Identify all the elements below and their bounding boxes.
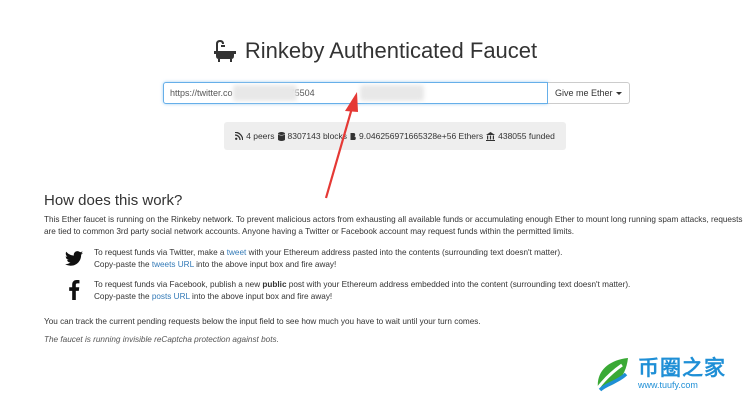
tweets-url-link[interactable]: tweets URL: [152, 260, 194, 269]
caret-down-icon: [615, 91, 622, 95]
watermark-title: 币圈之家: [638, 357, 726, 380]
funded-count: 438055 funded: [498, 131, 555, 141]
recaptcha-note: The faucet is running invisible reCaptch…: [44, 335, 279, 344]
page-header: Rinkeby Authenticated Faucet: [0, 38, 750, 64]
posts-url-link[interactable]: posts URL: [152, 292, 190, 301]
redaction-blur: [360, 85, 424, 101]
facebook-line-2: Copy-paste the posts URL into the above …: [94, 292, 333, 301]
network-stats: 4 peers 8307143 blocks 9.046256971665328…: [224, 122, 566, 150]
facebook-line-1: To request funds via Facebook, publish a…: [94, 280, 631, 289]
bank-icon: [486, 131, 496, 141]
facebook-instructions: To request funds via Facebook, publish a…: [64, 279, 630, 303]
url-input[interactable]: [163, 82, 548, 104]
database-icon: [277, 131, 285, 141]
ether-balance: 9.046256971665328e+56 Ethers: [359, 131, 484, 141]
give-me-ether-label: Give me Ether: [555, 88, 613, 98]
twitter-line-1: To request funds via Twitter, make a twe…: [94, 248, 563, 257]
facebook-icon: [64, 279, 84, 301]
blocks-count: 8307143 blocks: [287, 131, 348, 141]
leaf-logo-icon: [596, 358, 628, 392]
pending-requests-note: You can track the current pending reques…: [44, 317, 481, 326]
rss-icon: [235, 132, 244, 140]
page-title: Rinkeby Authenticated Faucet: [244, 38, 538, 63]
tweet-link[interactable]: tweet: [227, 248, 247, 257]
peers-count: 4 peers: [246, 131, 275, 141]
twitter-instructions: To request funds via Twitter, make a twe…: [64, 247, 562, 271]
how-it-works-heading: How does this work?: [44, 192, 183, 209]
bitcoin-icon: [350, 132, 356, 140]
redaction-blur: [233, 85, 297, 101]
bath-icon: [213, 40, 236, 62]
site-watermark: 币圈之家 www.tuufy.com: [592, 354, 726, 394]
intro-paragraph: This Ether faucet is running on the Rink…: [44, 215, 743, 236]
give-me-ether-button[interactable]: Give me Ether: [548, 82, 630, 104]
twitter-icon: [64, 247, 84, 269]
twitter-line-2: Copy-paste the tweets URL into the above…: [94, 260, 337, 269]
watermark-url: www.tuufy.com: [638, 380, 698, 390]
